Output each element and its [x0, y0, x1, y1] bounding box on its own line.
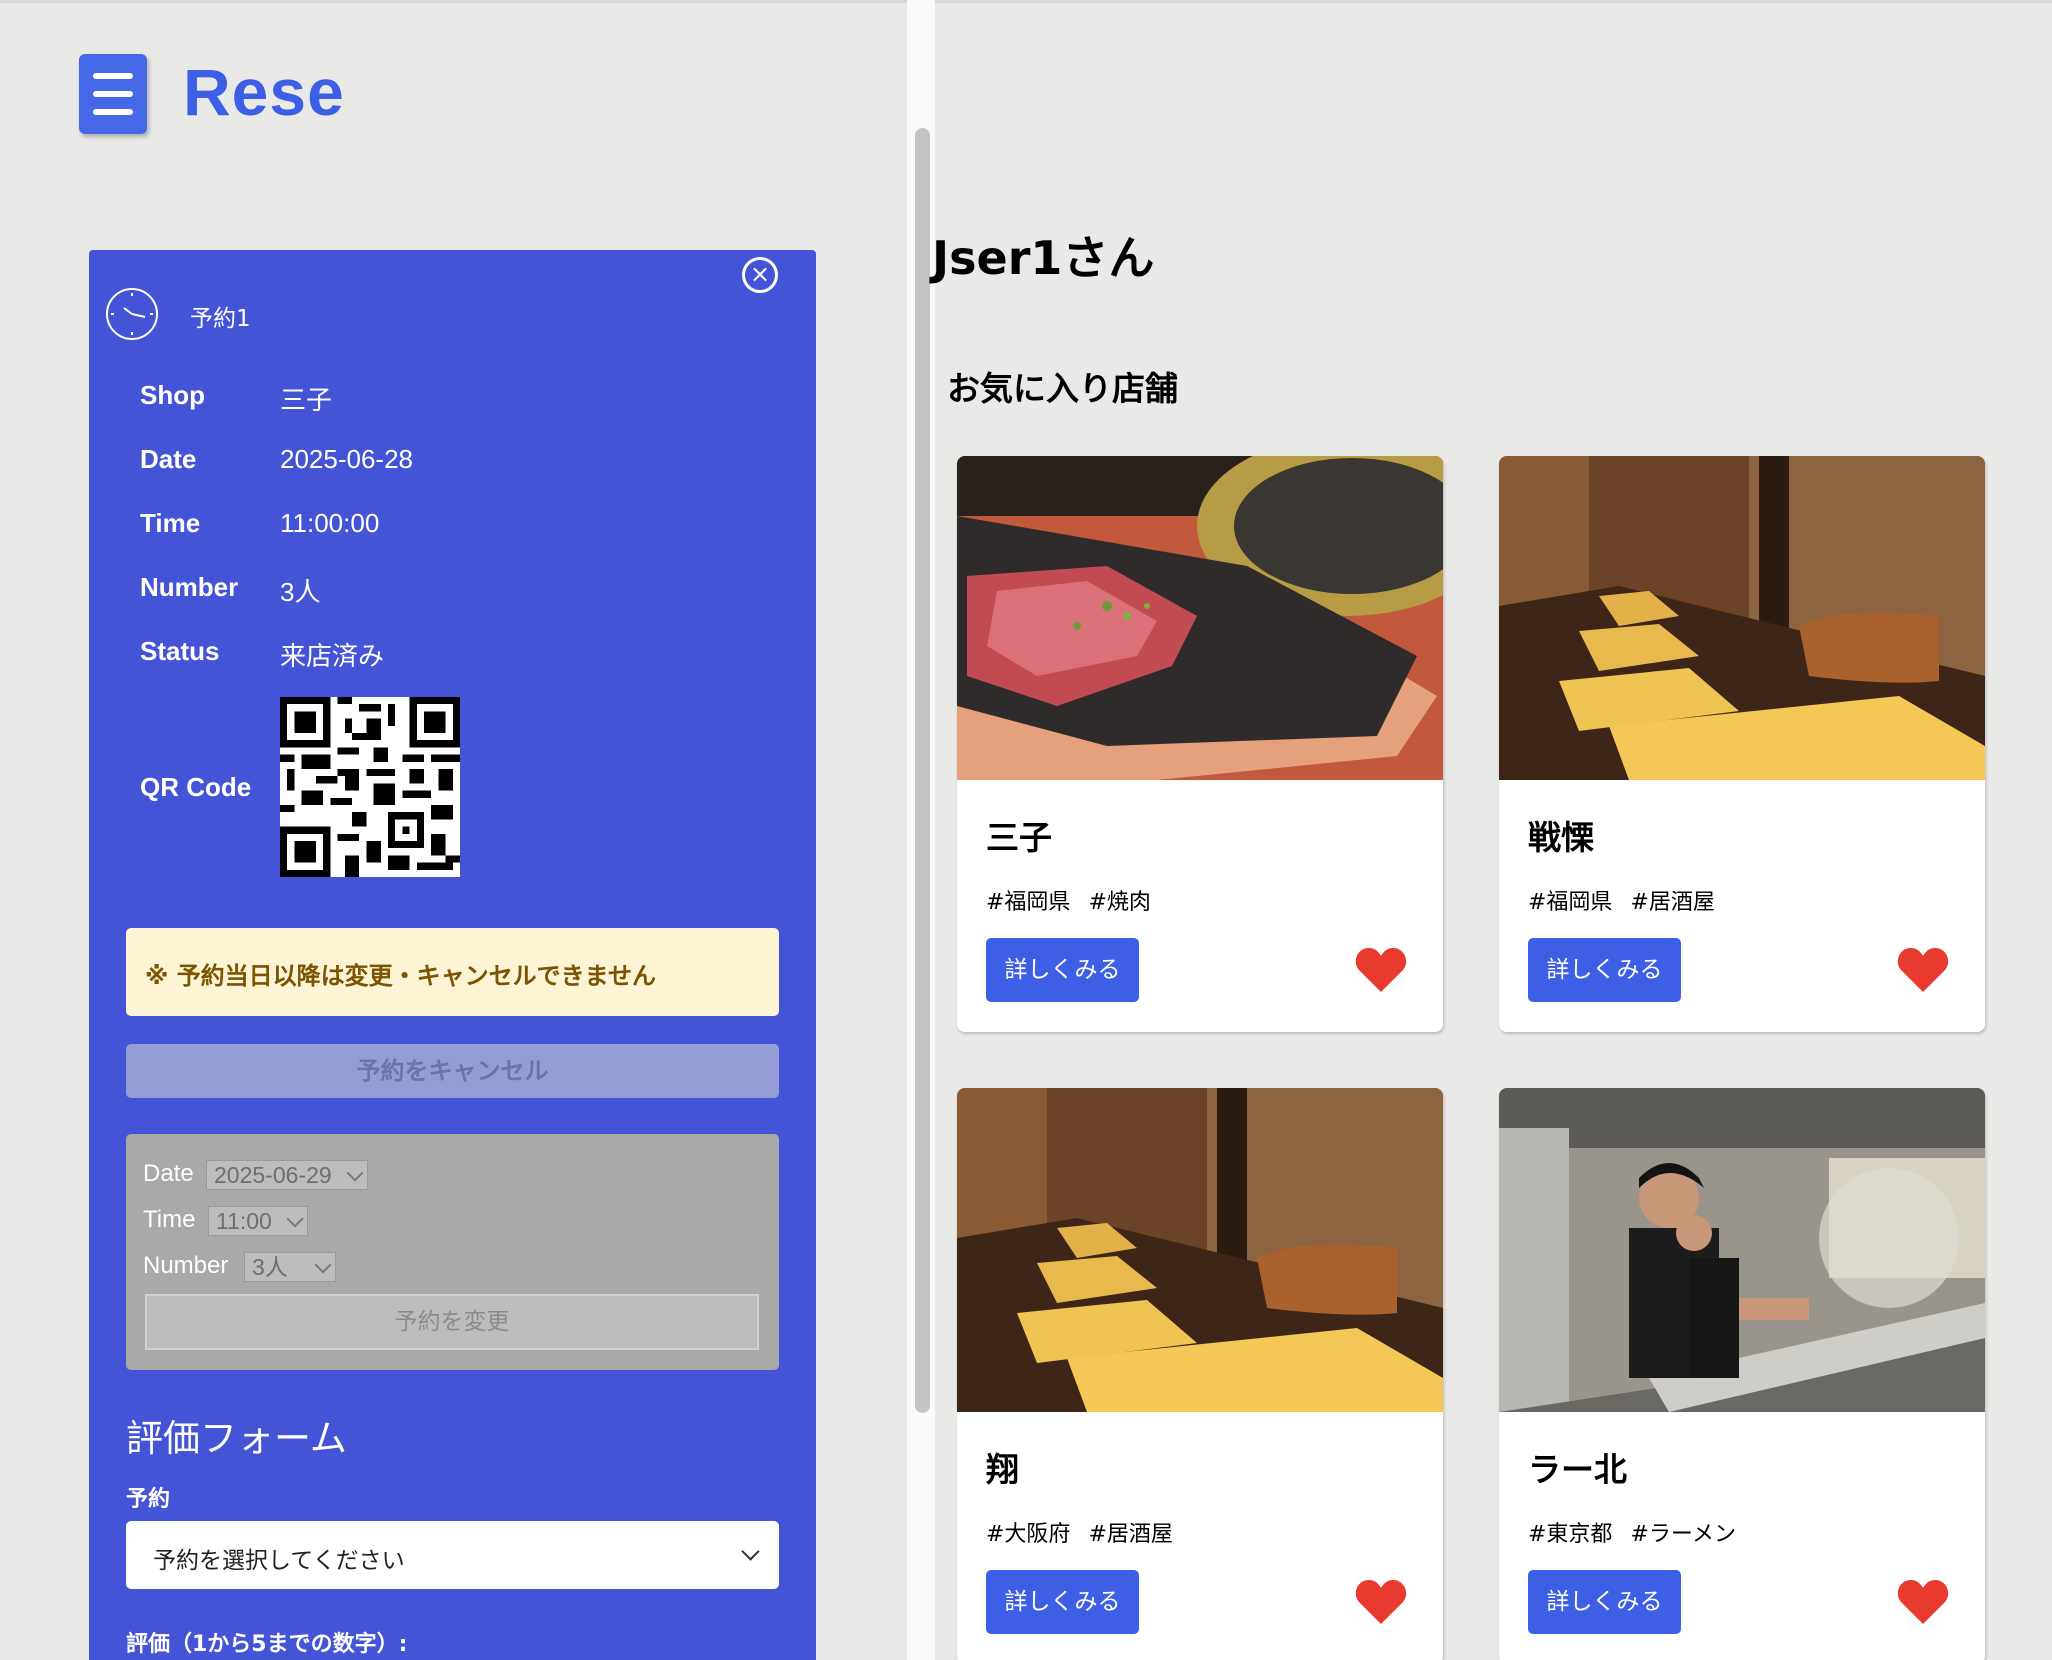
change-time-value: 11:00: [216, 1208, 272, 1234]
menu-button[interactable]: [79, 54, 147, 134]
shop-tag[interactable]: #ラーメン: [1630, 1522, 1736, 1547]
shop-tag[interactable]: #焼肉: [1088, 890, 1150, 915]
change-date-value: 2025-06-29: [214, 1162, 332, 1188]
shop-card: ラー北 #東京都 #ラーメン 詳しくみる: [1499, 1088, 1985, 1660]
change-number-label: Number: [143, 1252, 229, 1279]
heart-icon[interactable]: [1897, 946, 1949, 994]
change-number-select[interactable]: 3人: [244, 1252, 336, 1282]
shop-value: 三子: [280, 385, 333, 415]
change-time-select[interactable]: 11:00: [208, 1206, 308, 1236]
qr-label: QR Code: [140, 772, 252, 802]
change-time-label: Time: [143, 1206, 196, 1233]
reservation-title: 予約1: [190, 306, 251, 332]
qr-code-image: [280, 697, 460, 877]
shop-name: 翔: [986, 1450, 1019, 1489]
shop-tags: #福岡県 #居酒屋: [1528, 884, 1715, 916]
shop-tag[interactable]: #居酒屋: [1088, 1522, 1172, 1547]
user-greeting: Jser1さん: [932, 231, 1155, 285]
shop-image: [957, 1088, 1443, 1412]
review-reservation-select[interactable]: 予約を選択してください: [126, 1521, 779, 1589]
shop-image: [1499, 1088, 1985, 1412]
shop-tag[interactable]: #福岡県: [1528, 890, 1612, 915]
detail-button[interactable]: 詳しくみる: [1528, 938, 1681, 1002]
chevron-down-icon: [346, 1164, 364, 1182]
shop-name: 戦慄: [1528, 818, 1594, 857]
close-icon[interactable]: ×: [742, 257, 778, 293]
status-label: Status: [140, 636, 220, 666]
top-border: [0, 0, 2052, 3]
app-logo[interactable]: Rese: [183, 54, 345, 130]
number-label: Number: [140, 572, 239, 602]
shop-image: [1499, 456, 1985, 780]
menu-icon-bar: [93, 91, 133, 97]
warning-message: ※ 予約当日以降は変更・キャンセルできません: [126, 928, 779, 1016]
date-label: Date: [140, 444, 197, 474]
review-form-title: 評価フォーム: [126, 1417, 347, 1460]
shop-image: [957, 456, 1443, 780]
change-number-value: 3人: [252, 1254, 288, 1280]
heart-icon[interactable]: [1355, 946, 1407, 994]
shop-tags: #東京都 #ラーメン: [1528, 1516, 1736, 1548]
heart-icon[interactable]: [1355, 1578, 1407, 1626]
change-date-label: Date: [143, 1160, 194, 1187]
rating-label: 評価（1から5までの数字）:: [126, 1632, 408, 1657]
shop-tag[interactable]: #福岡県: [986, 890, 1070, 915]
clock-icon: [106, 288, 158, 340]
time-label: Time: [140, 508, 201, 538]
time-value: 11:00:00: [280, 508, 380, 538]
chevron-down-icon: [286, 1210, 304, 1228]
cancel-reservation-button[interactable]: 予約をキャンセル: [126, 1044, 779, 1098]
shop-name: ラー北: [1528, 1450, 1627, 1489]
date-value: 2025-06-28: [280, 444, 413, 474]
favorites-heading: お気に入り店舗: [947, 369, 1178, 408]
change-date-select[interactable]: 2025-06-29: [206, 1160, 368, 1190]
shop-name: 三子: [986, 818, 1052, 857]
shop-tags: #大阪府 #居酒屋: [986, 1516, 1173, 1548]
shop-tag[interactable]: #大阪府: [986, 1522, 1070, 1547]
shop-card: 翔 #大阪府 #居酒屋 詳しくみる: [957, 1088, 1443, 1660]
chevron-down-icon: [314, 1256, 332, 1274]
shop-tags: #福岡県 #焼肉: [986, 884, 1151, 916]
detail-button[interactable]: 詳しくみる: [986, 938, 1139, 1002]
shop-tag[interactable]: #東京都: [1528, 1522, 1612, 1547]
review-reservation-placeholder: 予約を選択してください: [153, 1548, 405, 1574]
detail-button[interactable]: 詳しくみる: [986, 1570, 1139, 1634]
scrollbar[interactable]: [915, 128, 930, 1413]
shop-label: Shop: [140, 380, 205, 410]
menu-icon: [93, 73, 133, 79]
status-value: 来店済み: [280, 641, 385, 671]
number-value: 3人: [280, 577, 321, 607]
review-reservation-label: 予約: [126, 1487, 171, 1512]
change-reservation-button[interactable]: 予約を変更: [145, 1294, 759, 1350]
shop-card: 三子 #福岡県 #焼肉 詳しくみる: [957, 456, 1443, 1032]
heart-icon[interactable]: [1897, 1578, 1949, 1626]
chevron-down-icon: [741, 1542, 760, 1561]
shop-tag[interactable]: #居酒屋: [1630, 890, 1714, 915]
menu-icon-bar: [93, 109, 133, 115]
detail-button[interactable]: 詳しくみる: [1528, 1570, 1681, 1634]
shop-card: 戦慄 #福岡県 #居酒屋 詳しくみる: [1499, 456, 1985, 1032]
